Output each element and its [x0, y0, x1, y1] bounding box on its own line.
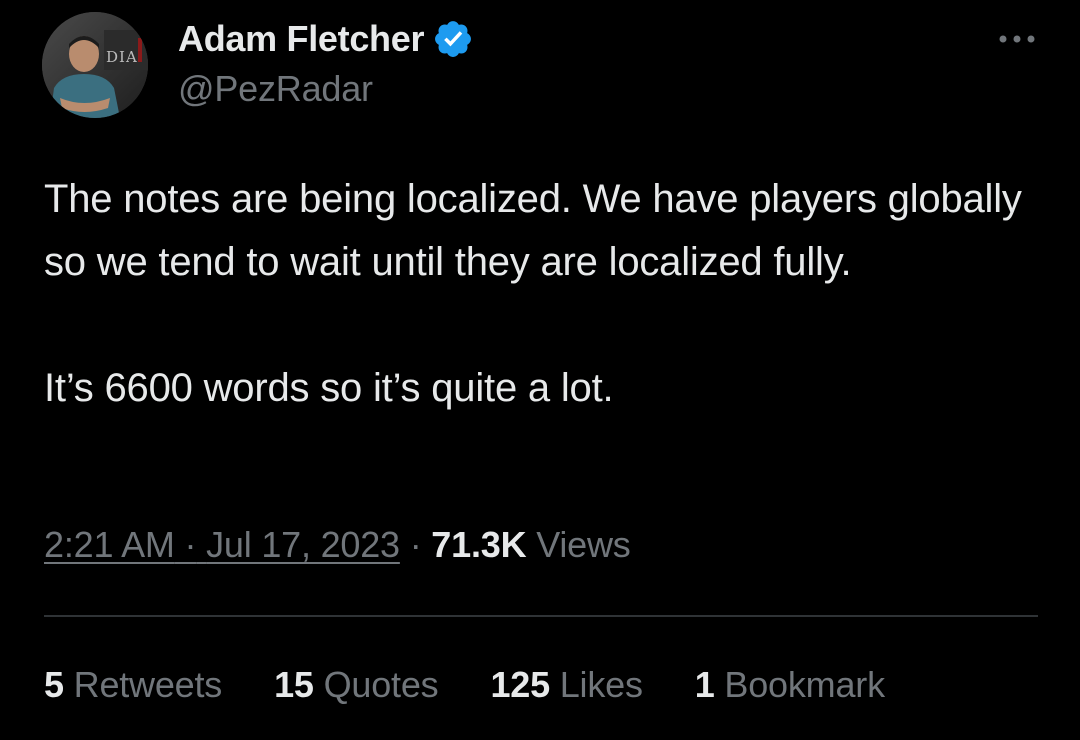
stat-label: Likes	[559, 664, 643, 705]
stat-likes[interactable]: 125 Likes	[490, 664, 643, 706]
tweet-date: Jul 17, 2023	[206, 524, 400, 565]
tweet-card: DIA Adam Fletcher @PezRadar The notes ar…	[0, 0, 1080, 740]
author-name-row: Adam Fletcher	[178, 14, 474, 64]
tweet-text: The notes are being localized. We have p…	[44, 168, 1054, 420]
tweet-paragraph: The notes are being localized. We have p…	[44, 177, 1022, 284]
author-handle[interactable]: @PezRadar	[178, 68, 373, 110]
stat-quotes[interactable]: 15 Quotes	[274, 664, 439, 706]
avatar-banner-text: DIA	[106, 48, 138, 66]
tweet-paragraph: It’s 6600 words so it’s quite a lot.	[44, 366, 614, 410]
verified-badge-icon	[432, 18, 474, 60]
stat-label: Retweets	[73, 664, 223, 705]
paragraph-break	[44, 294, 1054, 357]
stat-count: 15	[274, 664, 314, 705]
meta-separator: ·	[184, 524, 197, 565]
views-count: 71.3K	[431, 524, 527, 565]
author-display-name[interactable]: Adam Fletcher	[178, 18, 424, 60]
stat-retweets[interactable]: 5 Retweets	[44, 664, 222, 706]
avatar-image: DIA	[42, 12, 148, 118]
stat-count: 1	[694, 664, 715, 705]
more-options-icon[interactable]	[992, 24, 1042, 54]
stat-count: 5	[44, 664, 64, 705]
tweet-time: 2:21 AM	[44, 524, 175, 565]
stat-count: 125	[490, 664, 550, 705]
avatar[interactable]: DIA	[42, 12, 148, 118]
views-label: Views	[536, 524, 631, 565]
stat-label: Bookmark	[724, 664, 885, 705]
tweet-meta: 2:21 AM · Jul 17, 2023 · 71.3K Views	[44, 524, 631, 566]
divider	[44, 615, 1038, 617]
meta-separator: ·	[409, 524, 422, 565]
stat-label: Quotes	[323, 664, 439, 705]
stat-bookmarks[interactable]: 1 Bookmark	[695, 664, 885, 706]
engagement-stats: 5 Retweets 15 Quotes 125 Likes 1 Bookmar…	[44, 664, 937, 706]
timestamp-link[interactable]: 2:21 AM · Jul 17, 2023	[44, 524, 400, 565]
